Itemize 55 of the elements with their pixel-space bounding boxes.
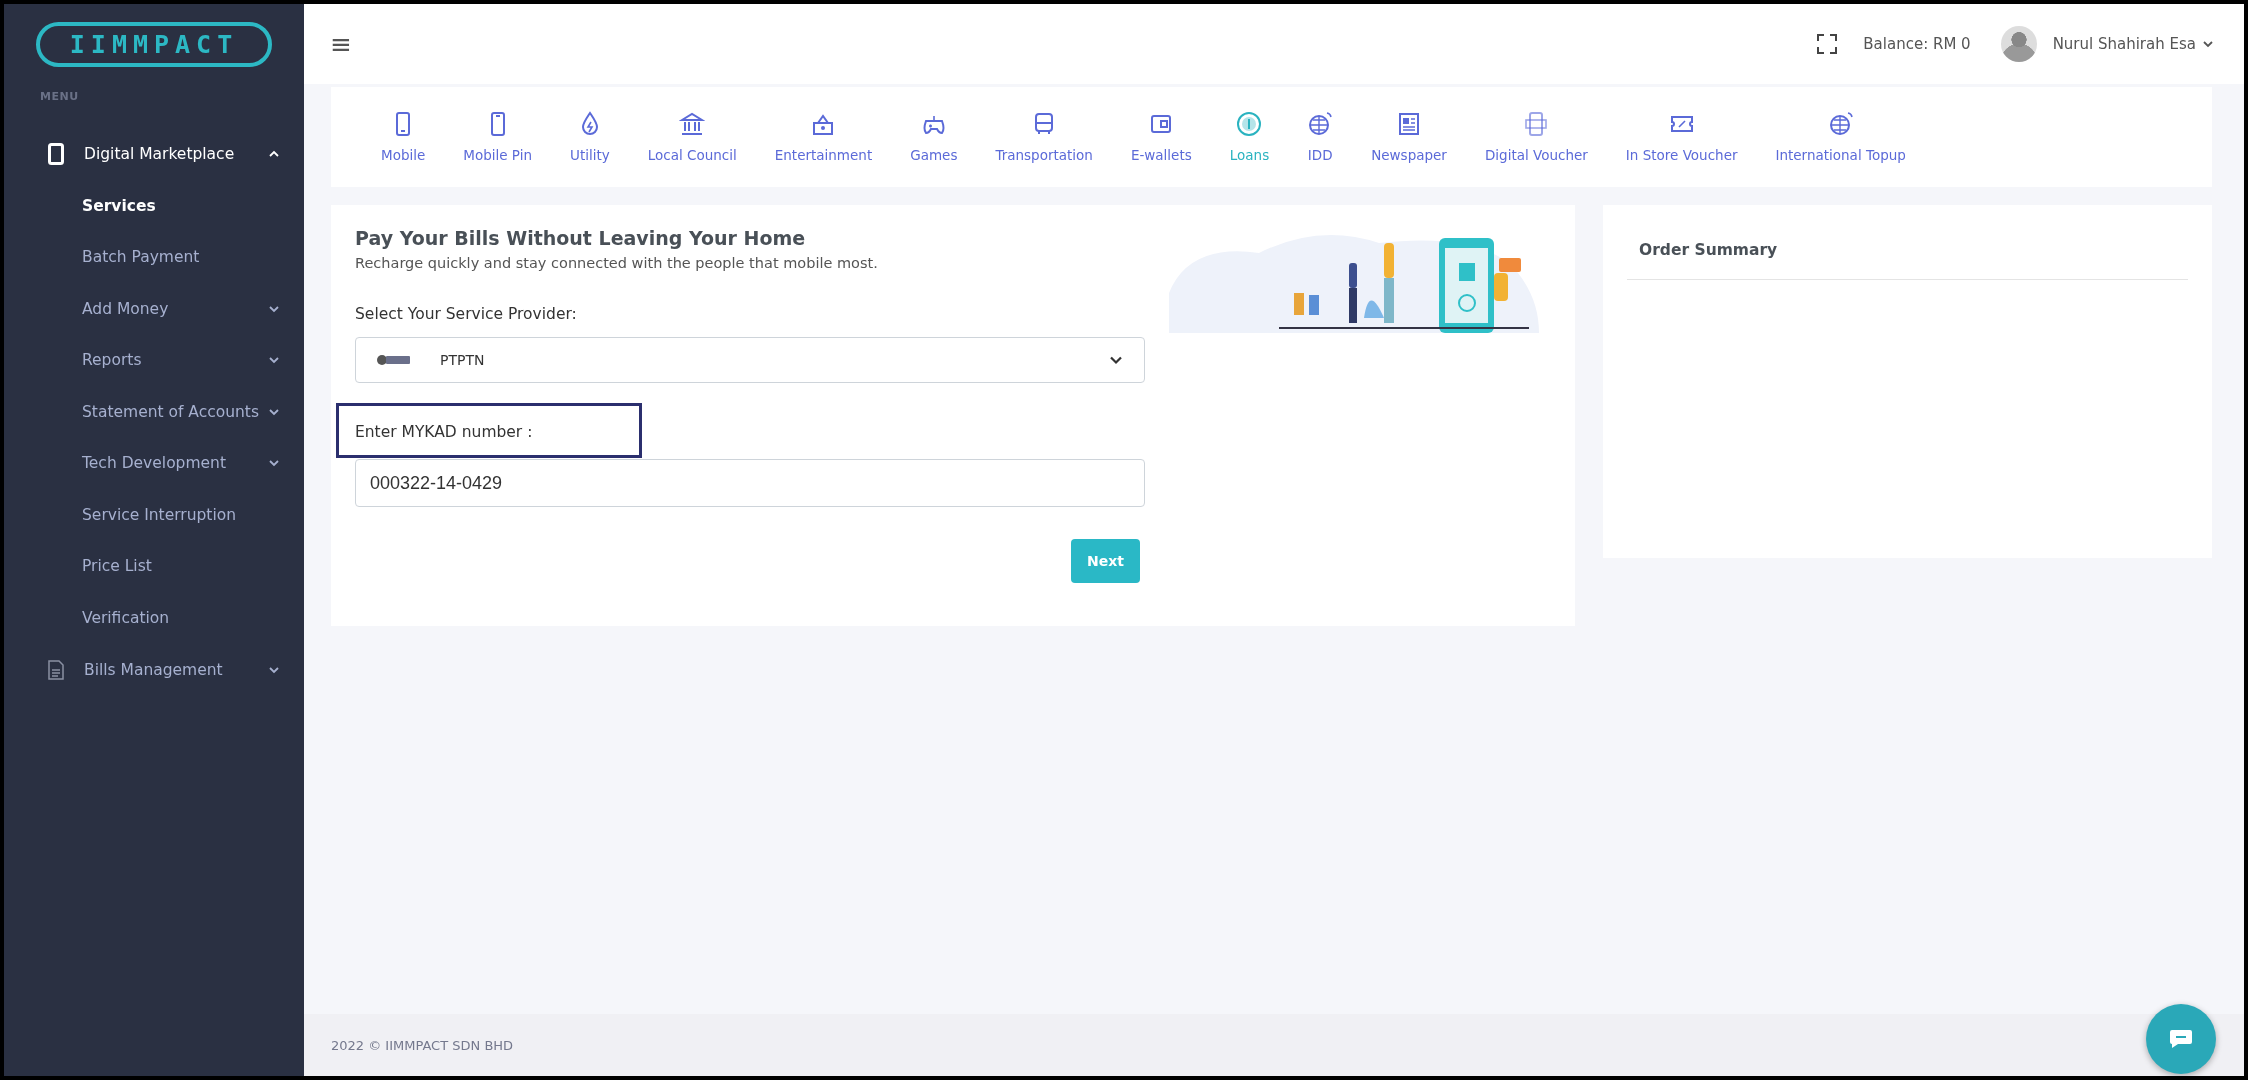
sidebar-item[interactable]: Verification — [4, 592, 304, 644]
service-tab[interactable]: Mobile — [367, 111, 440, 163]
service-tab[interactable]: Utility — [556, 111, 624, 163]
chevron-icon — [268, 356, 280, 365]
service-tab[interactable]: Mobile Pin — [449, 111, 547, 163]
chevron-icon — [268, 407, 280, 416]
coin-icon — [1236, 111, 1263, 137]
menu-button[interactable]: ≡ — [330, 29, 352, 59]
chevron-icon — [268, 459, 280, 468]
footer-text: 2022 © IIMMPACT SDN BHD — [331, 1037, 514, 1053]
field-label: Select Your Service Provider: — [355, 305, 578, 323]
service-tab[interactable]: In Store Voucher — [1611, 111, 1752, 163]
menu-heading: MENU — [40, 90, 79, 103]
service-tab[interactable]: Digital Voucher — [1470, 111, 1602, 163]
user-menu[interactable]: Nurul Shahirah Esa — [2000, 26, 2214, 62]
service-tab[interactable]: International Topup — [1761, 111, 1920, 163]
logo: IIMMPACT — [35, 21, 273, 67]
service-tab[interactable]: Local Council — [633, 111, 751, 163]
fullscreen-icon[interactable] — [1817, 34, 1838, 54]
sidebar-item[interactable]: Bills Management — [4, 643, 304, 696]
provider-logo-icon — [376, 354, 412, 366]
form-subtitle: Recharge quickly and stay connected with the people that mobile most. — [355, 255, 879, 271]
field-label: Enter MYKAD number : — [355, 423, 533, 441]
bank-icon — [679, 111, 706, 137]
globe-icon — [1307, 111, 1334, 137]
document-icon — [48, 659, 64, 680]
service-tab[interactable]: Transportation — [981, 111, 1107, 163]
sidebar-item[interactable]: Service Interruption — [4, 489, 304, 541]
chat-icon — [2168, 1028, 2194, 1050]
caret-icon — [2202, 40, 2214, 48]
sidebar-item[interactable]: Tech Development — [4, 437, 304, 489]
form-title: Pay Your Bills Without Leaving Your Home — [355, 227, 807, 249]
sidebar-item[interactable]: Add Money — [4, 283, 304, 335]
sidebar-item[interactable]: Digital Marketplace — [4, 128, 304, 180]
mobile-phone-icon — [48, 143, 64, 165]
service-tab[interactable]: Newspaper — [1357, 111, 1461, 163]
globe-icon — [1827, 111, 1854, 137]
service-tab[interactable]: IDD — [1293, 111, 1348, 163]
caret-icon — [268, 665, 280, 674]
chevron-icon — [1108, 355, 1124, 365]
sidebar-item[interactable]: Batch Payment — [4, 231, 304, 283]
sidebar-item[interactable]: Services — [4, 180, 304, 232]
sidebar-item[interactable]: Reports — [4, 334, 304, 386]
service-tab[interactable]: Entertainment — [760, 111, 887, 163]
avatar — [2000, 26, 2037, 62]
mykad-field[interactable]: 000322-14-0429 — [355, 459, 1145, 507]
service-tab[interactable]: Games — [896, 111, 972, 163]
sidebar-item[interactable]: Price List — [4, 540, 304, 592]
provider-select[interactable]: PTPTN — [355, 337, 1145, 383]
chevron-icon — [268, 304, 280, 313]
sidebar-item[interactable]: Statement of Accounts — [4, 386, 304, 438]
service-tab[interactable]: E-wallets — [1116, 111, 1206, 163]
balance-text: Balance: RM 0 — [1863, 35, 1971, 53]
caret-icon — [268, 150, 280, 158]
card-title: Order Summary — [1639, 241, 1779, 259]
